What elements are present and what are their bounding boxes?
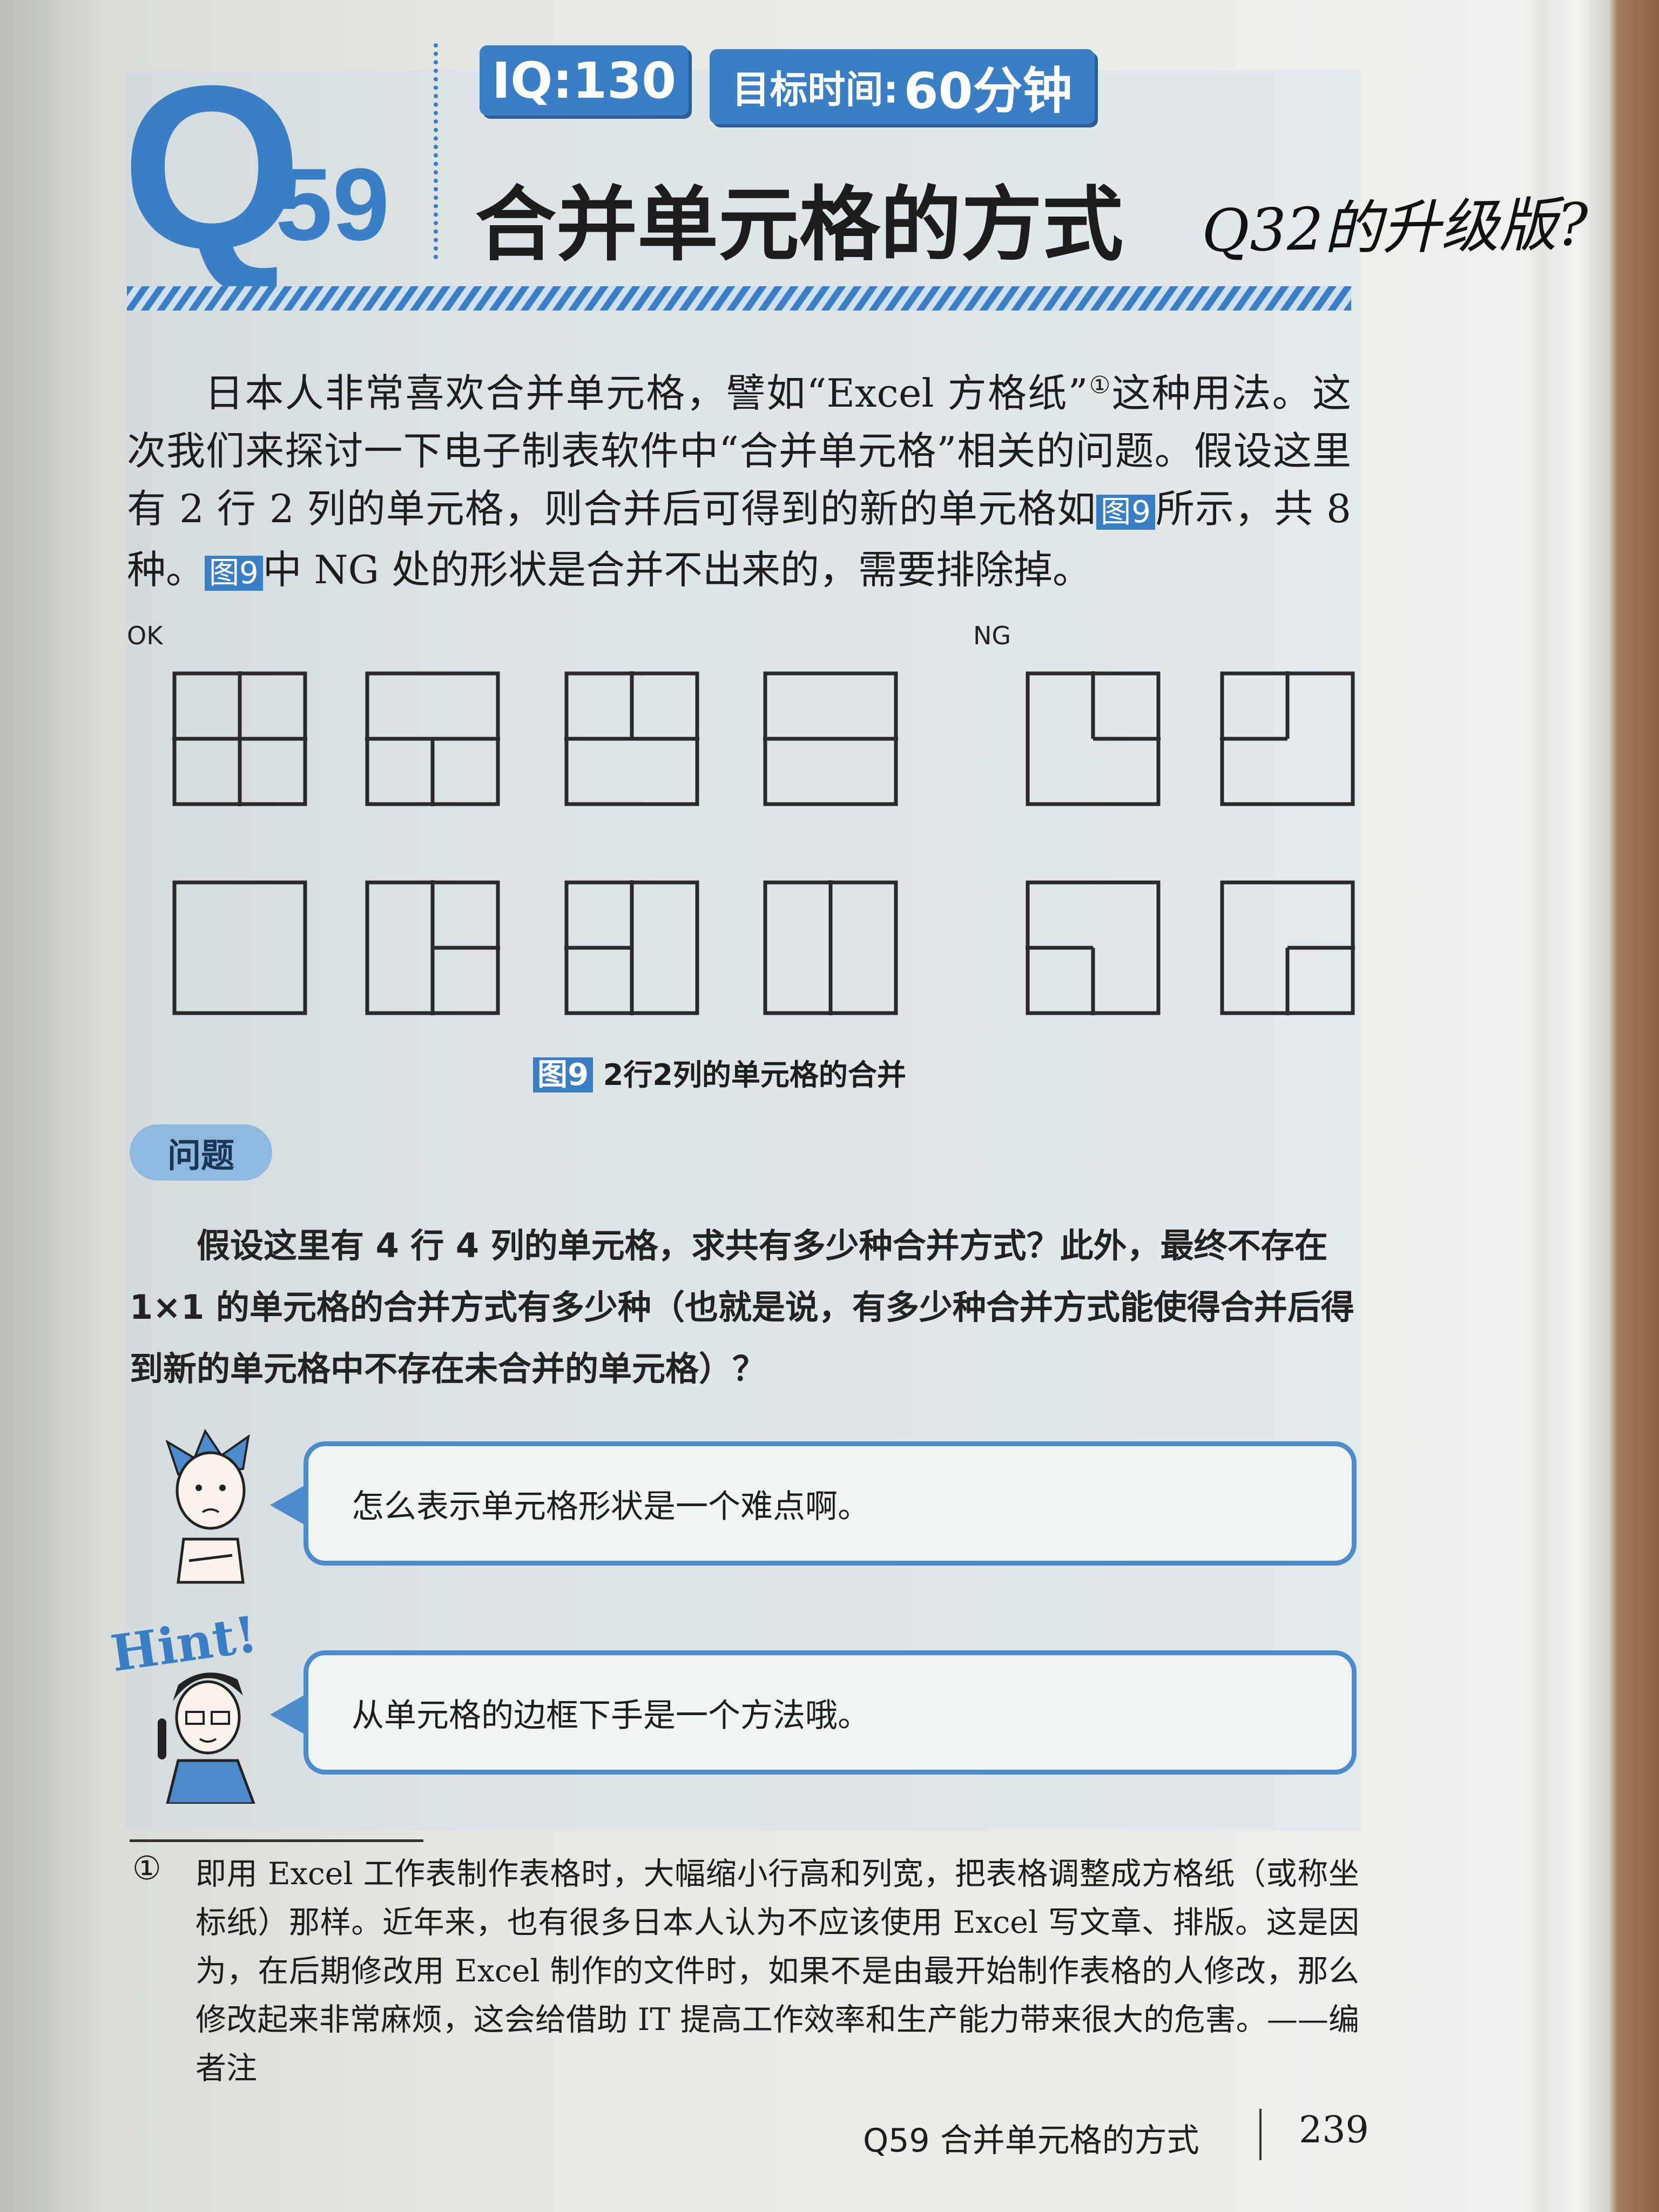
target-time-value: 60分钟 (903, 62, 1073, 120)
ng-merge-shape (1220, 880, 1355, 1015)
speech-text-2: 从单元格的边框下手是一个方法哦。 (352, 1696, 870, 1735)
ng-merge-shape (1026, 880, 1161, 1015)
ok-merge-shape (763, 880, 898, 1015)
speech-bubble-1: 怎么表示单元格形状是一个难点啊。 (304, 1441, 1357, 1566)
ok-merge-shape (365, 880, 500, 1015)
footer-divider (1259, 2109, 1262, 2160)
footnote-text: 即用 Excel 工作表制作表格时，大幅缩小行高和列宽，把表格调整成方格纸（或称… (195, 1856, 1359, 2086)
figure-ref: 图9 (205, 556, 263, 591)
ok-merge-shape (172, 671, 307, 806)
ok-label: OK (127, 621, 163, 650)
speech-bubble-2: 从单元格的边框下手是一个方法哦。 (304, 1650, 1357, 1775)
footer-section: Q59 合并单元格的方式 (863, 2122, 1199, 2160)
target-time-badge: 目标时间: 60分钟 (710, 49, 1095, 124)
problem-text: 假设这里有 4 行 4 列的单元格，求共有多少种合并方式？此外，最终不存在 1×… (130, 1215, 1358, 1400)
speech-text-1: 怎么表示单元格形状是一个难点啊。 (352, 1487, 870, 1526)
handwritten-note: Q32的升级版? (1201, 191, 1589, 266)
thinking-character-icon (165, 1428, 250, 1584)
caption-text: 2行2列的单元格的合并 (603, 1058, 906, 1092)
ok-merge-shape (172, 880, 307, 1015)
problem-label: 问题 (130, 1124, 272, 1181)
footnote-mark: ① (1088, 372, 1112, 399)
intro-text-4: 中 NG 处的形状是合并不出来的，需要排除掉。 (262, 547, 1091, 592)
caption-ref: 图9 (533, 1057, 593, 1092)
cell-border (172, 880, 307, 1015)
figure-ref: 图9 (1096, 495, 1155, 530)
page-title: 合并单元格的方式 (475, 178, 1124, 272)
question-number: 59 (275, 147, 390, 262)
target-time-label: 目标时间: (732, 68, 899, 112)
ok-merge-shape (763, 671, 898, 806)
iq-badge: IQ:130 (480, 45, 689, 116)
ok-merge-shape (564, 671, 699, 806)
intro-paragraph: 日本人非常喜欢合并单元格，譬如“Excel 方格纸”①这种用法。这次我们来探讨一… (127, 356, 1351, 602)
footnote-rule (130, 1839, 423, 1842)
ok-merge-shape (564, 880, 699, 1015)
page-number: 239 (1299, 2109, 1369, 2152)
ng-merge-shape (1026, 671, 1161, 806)
striped-divider (127, 286, 1351, 311)
ok-merge-shape (365, 671, 500, 806)
figure-caption: 图9 2行2列的单元格的合并 (533, 1050, 906, 1094)
bubble-tail (270, 1483, 308, 1527)
ng-merge-shape (1220, 671, 1355, 806)
bubble-tail (270, 1693, 308, 1736)
dotted-divider (434, 43, 438, 259)
footnote-number: ① (132, 1850, 161, 1887)
intro-text-1: 日本人非常喜欢合并单元格，譬如“Excel 方格纸” (205, 370, 1088, 416)
ng-label: NG (973, 621, 1011, 650)
content-tint (124, 70, 1361, 1831)
problem-body: 假设这里有 4 行 4 列的单元格，求共有多少种合并方式？此外，最终不存在 1×… (130, 1226, 1354, 1388)
hint-character-icon (158, 1673, 255, 1804)
